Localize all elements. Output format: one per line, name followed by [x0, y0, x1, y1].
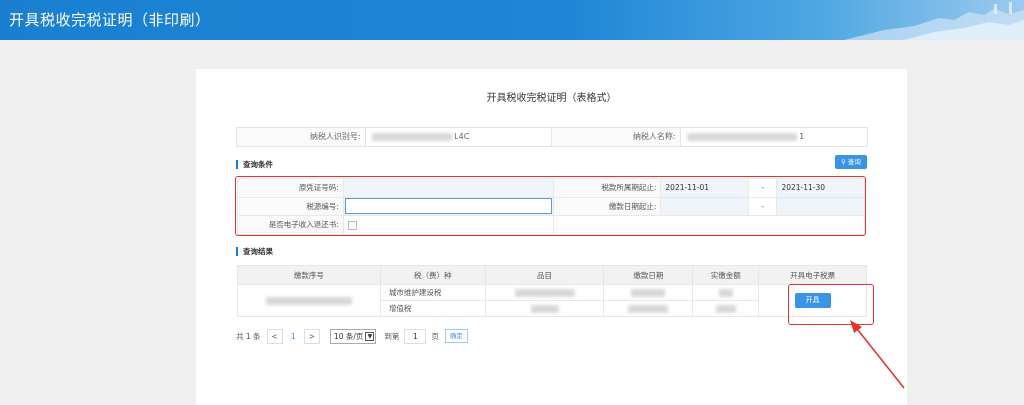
- taxpayer-info-row: 纳税人识别号: L4C 纳税人名称: 1: [236, 127, 868, 147]
- prev-page-button[interactable]: <: [266, 328, 283, 344]
- column-header: 品目: [484, 265, 605, 285]
- redacted-blur: [514, 289, 575, 297]
- goto-page-input[interactable]: 1: [404, 328, 427, 344]
- results-header-row: 缴款序号 税（费）种 品目 缴款日期 实缴金额 开具电子税票: [237, 265, 867, 285]
- annotation-arrow-icon: [850, 320, 905, 389]
- conditions-highlight-box: [235, 176, 866, 236]
- pager-total: 共 1 条: [236, 331, 261, 341]
- item-cell: [484, 300, 605, 317]
- redacted-blur: [718, 289, 733, 297]
- amount-cell: [692, 284, 760, 301]
- query-conditions-title: 查询条件: [236, 160, 273, 169]
- item-cell: [484, 284, 605, 301]
- next-page-button[interactable]: >: [303, 328, 320, 344]
- redacted-blur: [265, 297, 352, 305]
- payment-date-cell: [603, 284, 694, 301]
- results-table: 缴款序号 税（费）种 品目 缴款日期 实缴金额 开具电子税票 城市维护建设税 开…: [237, 265, 867, 317]
- search-button[interactable]: ⚲ 查询: [835, 155, 867, 169]
- column-header: 税（费）种: [379, 265, 486, 285]
- taxpayer-name-label: 纳税人名称:: [552, 128, 680, 146]
- chevron-down-icon: ▼: [365, 331, 375, 341]
- column-header: 实缴金额: [692, 265, 760, 285]
- form-heading: 开具税收完税证明（表格式）: [486, 93, 617, 104]
- page-size-select[interactable]: 10 条/页 ▼: [329, 328, 377, 344]
- column-header: 开具电子税票: [758, 265, 867, 285]
- goto-confirm-button[interactable]: 确定: [444, 329, 468, 343]
- redacted-blur: [686, 132, 797, 141]
- column-header: 缴款序号: [237, 265, 381, 285]
- search-button-label: 查询: [847, 158, 861, 166]
- page-size-value: 10 条/页: [333, 331, 364, 341]
- taxpayer-name-value: 1: [679, 128, 867, 146]
- taxpayer-name-suffix: 1: [799, 132, 805, 141]
- page-title: 开具税收完税证明（非印刷）: [9, 11, 211, 29]
- taxpayer-id-suffix: L4C: [454, 132, 470, 141]
- payment-date-cell: [603, 300, 694, 317]
- redacted-blur: [371, 132, 452, 141]
- tax-type-cell: 城市维护建设税: [379, 284, 486, 301]
- pagination: 共 1 条 < 1 > 10 条/页 ▼ 到第 1 页 确定: [236, 328, 468, 344]
- taxpayer-id-value: L4C: [364, 128, 552, 146]
- payment-serial-cell: [237, 284, 381, 317]
- redacted-blur: [628, 305, 669, 313]
- taxpayer-id-label: 纳税人识别号:: [237, 128, 365, 146]
- search-icon: ⚲: [841, 158, 846, 166]
- amount-cell: [692, 300, 760, 317]
- redacted-blur: [715, 305, 736, 313]
- content-card: [196, 69, 907, 405]
- page-unit-label: 页: [431, 331, 439, 341]
- tax-type-cell: 增值税: [379, 300, 486, 317]
- current-page[interactable]: 1: [291, 332, 296, 341]
- goto-label: 到第: [384, 331, 400, 341]
- redacted-blur: [631, 289, 666, 297]
- redacted-blur: [530, 305, 559, 313]
- header-mountain-decoration: [844, 2, 1024, 40]
- column-header: 缴款日期: [603, 265, 694, 285]
- table-row: 城市维护建设税 开具: [237, 284, 867, 317]
- query-results-title: 查询结果: [236, 247, 273, 256]
- header-bar: 开具税收完税证明（非印刷）: [0, 0, 1024, 40]
